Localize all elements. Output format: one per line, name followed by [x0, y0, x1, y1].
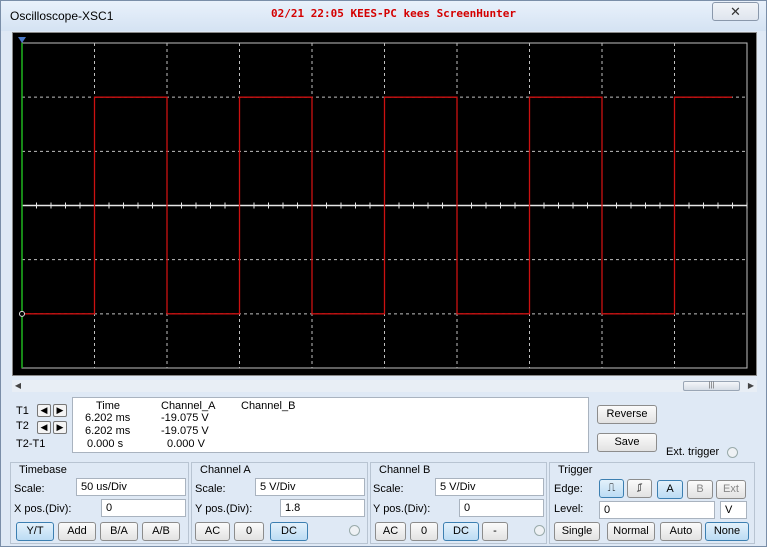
diff-time: 0.000 s [87, 438, 124, 450]
add-mode-button[interactable]: Add [58, 522, 96, 541]
timebase-scale-label: Scale: [14, 483, 45, 495]
falling-edge-icon[interactable]: ⎎ [627, 479, 652, 498]
channel-a-radio[interactable] [349, 525, 360, 536]
edge-label: Edge: [554, 483, 583, 495]
scroll-thumb[interactable]: ||| [683, 381, 740, 391]
auto-mode-button[interactable]: Auto [660, 522, 702, 541]
single-mode-button[interactable]: Single [554, 522, 600, 541]
channel-a-zero-button[interactable]: 0 [234, 522, 264, 541]
channel-a-ground-marker [19, 310, 25, 317]
channel-b-group: Channel B Scale: 5 V/Div Y pos.(Div): 0 … [370, 462, 547, 544]
channel-a-scale-field[interactable]: 5 V/Div [255, 478, 365, 496]
save-button[interactable]: Save [597, 433, 657, 452]
ext-trigger-radio[interactable] [727, 447, 738, 458]
channel-a-ypos-label: Y pos.(Div): [195, 503, 253, 515]
cursor-t1-marker [18, 37, 26, 43]
title-bar[interactable]: Oscilloscope-XSC1 02/21 22:05 KEES-PC ke… [1, 1, 766, 31]
channel-a-dc-button[interactable]: DC [270, 522, 308, 541]
channel-a-group: Channel A Scale: 5 V/Div Y pos.(Div): 1.… [191, 462, 368, 544]
t1-channel-a: -19.075 V [161, 412, 209, 424]
channel-b-title: Channel B [379, 464, 431, 476]
channel-a-ypos-field[interactable]: 1.8 [280, 499, 365, 517]
t1-left-arrow-icon[interactable]: ◀ [37, 404, 51, 417]
channel-b-invert-button[interactable]: - [482, 522, 508, 541]
close-button[interactable]: ✕ [712, 2, 759, 21]
timebase-scale-field[interactable]: 50 us/Div [76, 478, 186, 496]
channel-a-scale-label: Scale: [195, 483, 226, 495]
scope-display[interactable] [12, 32, 757, 376]
col-header-time: Time [96, 400, 121, 412]
window-title: Oscilloscope-XSC1 [10, 9, 114, 23]
t2-right-arrow-icon[interactable]: ▶ [53, 421, 67, 434]
channel-a-ac-button[interactable]: AC [195, 522, 230, 541]
t2-left-arrow-icon[interactable]: ◀ [37, 421, 51, 434]
channel-b-ypos-field[interactable]: 0 [459, 499, 544, 517]
col-header-channel-a: Channel_A [161, 400, 216, 412]
trigger-group: Trigger Edge: ⎍ ⎎ A B Ext Level: 0 V Sin… [549, 462, 755, 544]
t2-t1-label: T2-T1 [16, 438, 46, 450]
channel-b-zero-button[interactable]: 0 [410, 522, 438, 541]
rising-edge-icon[interactable]: ⎍ [599, 479, 624, 498]
trigger-title: Trigger [558, 464, 593, 476]
ab-mode-button[interactable]: A/B [142, 522, 180, 541]
x-pos-label: X pos.(Div): [14, 503, 72, 515]
t2-time: 6.202 ms [85, 425, 131, 437]
t2-label: T2 [16, 420, 29, 432]
channel-a-title: Channel A [200, 464, 251, 476]
scope-graph [18, 37, 748, 369]
cursor-readout-table: Time Channel_A Channel_B 6.202 ms -19.07… [72, 397, 589, 453]
trigger-source-ext-button[interactable]: Ext [716, 480, 746, 499]
scroll-left-icon[interactable]: ◀ [12, 380, 24, 392]
oscilloscope-window: Oscilloscope-XSC1 02/21 22:05 KEES-PC ke… [0, 0, 767, 547]
t2-channel-a: -19.075 V [161, 425, 209, 437]
t1-right-arrow-icon[interactable]: ▶ [53, 404, 67, 417]
trigger-level-unit[interactable]: V [720, 501, 747, 519]
timebase-group: Timebase Scale: 50 us/Div X pos.(Div): 0… [10, 462, 189, 544]
diff-channel-a: 0.000 V [167, 438, 205, 450]
timebase-title: Timebase [19, 464, 67, 476]
channel-b-dc-button[interactable]: DC [443, 522, 479, 541]
channel-b-scale-label: Scale: [373, 483, 404, 495]
col-header-channel-b: Channel_B [241, 400, 296, 412]
none-mode-button[interactable]: None [705, 522, 749, 541]
ext-trigger-label: Ext. trigger [666, 446, 720, 458]
horizontal-scrollbar[interactable]: ◀ ||| ▶ [12, 380, 757, 392]
x-pos-field[interactable]: 0 [101, 499, 186, 517]
trigger-level-field[interactable]: 0 [599, 501, 715, 519]
screenhunter-watermark: 02/21 22:05 KEES-PC kees ScreenHunter [271, 7, 517, 20]
yt-mode-button[interactable]: Y/T [16, 522, 54, 541]
normal-mode-button[interactable]: Normal [607, 522, 655, 541]
level-label: Level: [554, 503, 584, 515]
channel-b-scale-field[interactable]: 5 V/Div [435, 478, 544, 496]
channel-b-ypos-label: Y pos.(Div): [373, 503, 431, 515]
channel-b-radio[interactable] [534, 525, 545, 536]
scroll-right-icon[interactable]: ▶ [745, 380, 757, 392]
trigger-source-b-button[interactable]: B [687, 480, 713, 499]
t1-label: T1 [16, 405, 29, 417]
trigger-source-a-button[interactable]: A [657, 480, 683, 499]
t1-time: 6.202 ms [85, 412, 131, 424]
ba-mode-button[interactable]: B/A [100, 522, 138, 541]
channel-b-ac-button[interactable]: AC [375, 522, 406, 541]
reverse-button[interactable]: Reverse [597, 405, 657, 424]
